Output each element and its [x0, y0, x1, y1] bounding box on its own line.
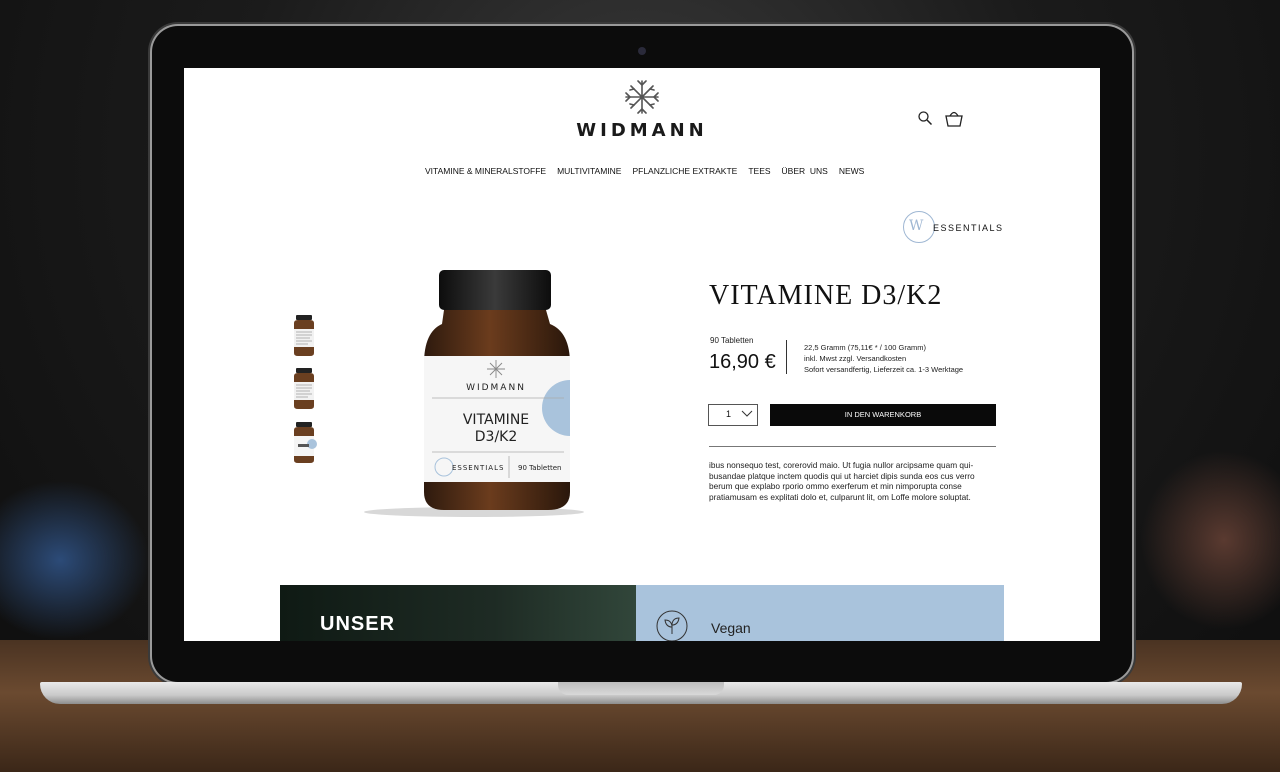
nav-item-multivitamine[interactable]: MULTIVITAMINE — [557, 166, 621, 176]
nav-item-ueber-uns[interactable]: ÜBER UNS — [782, 166, 828, 176]
add-to-cart-button[interactable]: IN DEN WARENKORB — [770, 404, 996, 426]
price-info-tax: inkl. Mwst zzgl. Versandkosten — [804, 354, 907, 363]
product-description: ibus nonsequo test, corerovid maio. Ut f… — [709, 460, 975, 502]
divider — [709, 446, 996, 447]
svg-text:ESSENTIALS: ESSENTIALS — [452, 464, 504, 472]
product-thumbnail-2[interactable] — [290, 368, 318, 410]
quantity-select[interactable]: 1 — [708, 404, 758, 426]
price-info: 22,5 Gramm (75,11€ * / 100 Gramm) inkl. … — [804, 342, 963, 375]
svg-text:90 Tabletten: 90 Tabletten — [518, 464, 561, 472]
website-screen: WIDMANN VITAMINE & MINERALSTOFFE MULTIVI… — [184, 68, 1100, 641]
price-info-unit: 22,5 Gramm (75,11€ * / 100 Gramm) — [804, 343, 926, 352]
essentials-label: ESSENTIALS — [933, 223, 1004, 233]
nav-item-tees[interactable]: TEES — [748, 166, 770, 176]
search-icon[interactable] — [917, 110, 933, 126]
price-info-shipping: Sofort versandfertig, Lieferzeit ca. 1-3… — [804, 365, 964, 374]
background-bokeh-right — [1140, 450, 1280, 630]
essentials-mark-icon: W — [903, 211, 935, 243]
feature-banner-vegan: Vegan — [636, 585, 1004, 641]
shopping-basket-icon[interactable] — [944, 108, 964, 128]
product-thumbnail-3[interactable] — [290, 422, 318, 464]
quantity-value: 1 — [726, 409, 732, 419]
product-title: VITAMINE D3/K2 — [709, 280, 943, 311]
laptop-notch — [558, 682, 724, 695]
svg-text:D3/K2: D3/K2 — [475, 429, 518, 445]
background-bokeh-left — [0, 480, 150, 640]
vegan-label: Vegan — [711, 620, 751, 636]
product-price: 16,90 € — [709, 351, 776, 373]
svg-text:VITAMINE: VITAMINE — [463, 412, 529, 428]
main-navigation: VITAMINE & MINERALSTOFFE MULTIVITAMINE P… — [425, 166, 864, 176]
feature-banner-dark: UNSER — [280, 585, 636, 641]
brand-logo-icon[interactable] — [620, 76, 664, 118]
webcam — [638, 47, 646, 55]
svg-text:WIDMANN: WIDMANN — [466, 383, 526, 393]
price-divider — [786, 340, 787, 374]
feature-heading: UNSER — [320, 613, 396, 635]
quantity-label: 90 Tabletten — [710, 336, 754, 345]
nav-item-pflanzliche-extrakte[interactable]: PFLANZLICHE EXTRAKTE — [632, 166, 737, 176]
product-image: WIDMANN VITAMINE D3/K2 ESSENTIALS 90 Tab… — [364, 270, 584, 517]
product-thumbnail-1[interactable] — [290, 315, 318, 357]
essentials-badge: W ESSENTIALS — [903, 211, 1003, 245]
nav-item-vitamine-mineralstoffe[interactable]: VITAMINE & MINERALSTOFFE — [425, 166, 546, 176]
leaf-icon — [656, 610, 688, 641]
nav-item-news[interactable]: NEWS — [839, 166, 865, 176]
chevron-down-icon — [741, 410, 753, 417]
